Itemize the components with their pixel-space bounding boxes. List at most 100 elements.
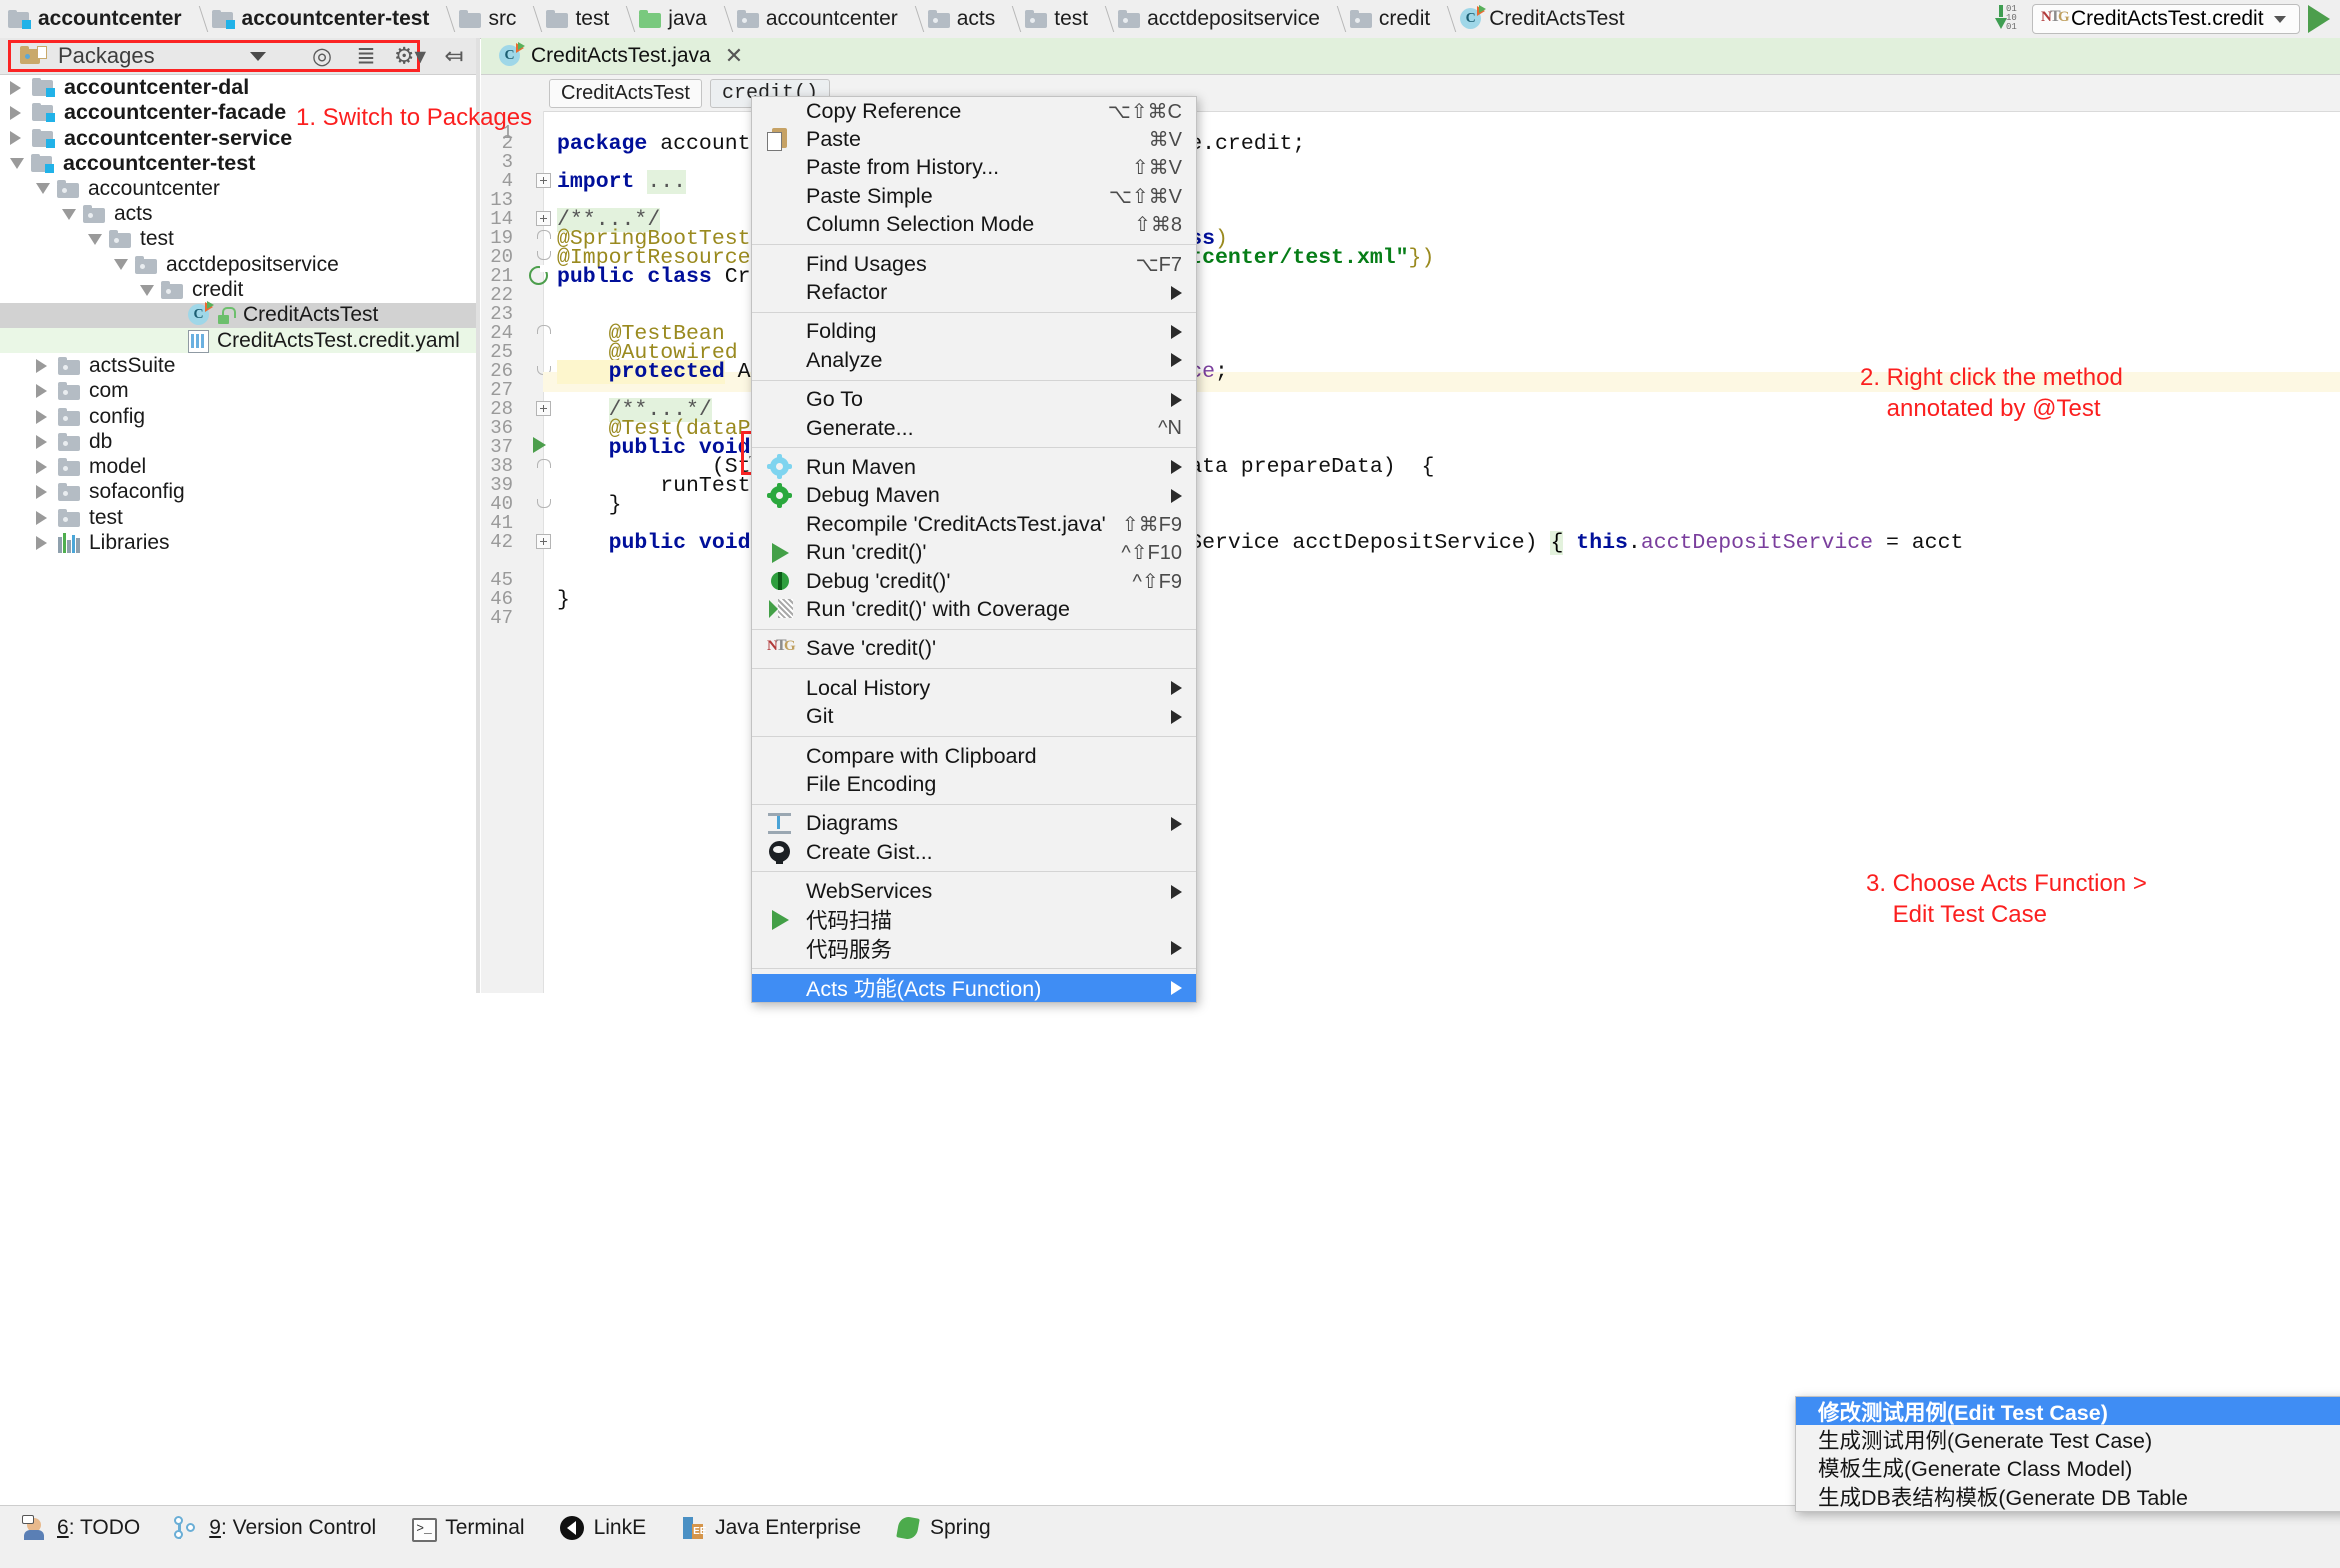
- expand-arrow-icon[interactable]: [36, 384, 47, 399]
- menu-item-run-credit-with-coverage[interactable]: Run 'credit()' with Coverage: [752, 595, 1196, 623]
- tab-credit-acts-test[interactable]: C CreditActsTest.java ✕: [489, 38, 754, 74]
- menu-item-generate[interactable]: Generate... ^N: [752, 414, 1196, 442]
- breadcrumb-item-accountcenter-test[interactable]: accountcenter-test: [204, 0, 436, 38]
- tree-node-actssuite[interactable]: actsSuite: [0, 353, 476, 378]
- status-item-java-enterprise[interactable]: EE Java Enterprise: [680, 1515, 861, 1541]
- status-item-linke[interactable]: LinkE: [559, 1515, 646, 1541]
- tree-node-accountcenter-test[interactable]: accountcenter-test: [0, 151, 476, 176]
- expand-arrow-icon[interactable]: [36, 409, 47, 424]
- acts-function-submenu[interactable]: 修改测试用例(Edit Test Case) 生成测试用例(Generate Te…: [1795, 1396, 2340, 1512]
- collapse-arrow-icon[interactable]: [62, 208, 76, 220]
- menu-item-find-usages[interactable]: Find Usages ⌥F7: [752, 250, 1196, 278]
- maven-debug-icon: [767, 482, 793, 509]
- collapse-arrow-icon[interactable]: [114, 259, 128, 271]
- project-tree[interactable]: accountcenter-dal accountcenter-facade acc…: [0, 75, 476, 993]
- chevron-down-icon[interactable]: [2273, 15, 2286, 23]
- menu-item-go-to[interactable]: Go To: [752, 386, 1196, 414]
- menu-item-create-gist[interactable]: Create Gist...: [752, 838, 1196, 866]
- menu-item-git[interactable]: Git: [752, 702, 1196, 730]
- breadcrumb-class[interactable]: CreditActsTest: [549, 78, 702, 108]
- menu-item-acts-acts-function[interactable]: Acts 功能(Acts Function): [752, 973, 1196, 1002]
- collapse-arrow-icon[interactable]: [140, 284, 154, 296]
- tree-node-sofaconfig[interactable]: sofaconfig: [0, 480, 476, 505]
- tree-node-test[interactable]: test: [0, 505, 476, 530]
- tree-node-com[interactable]: com: [0, 379, 476, 404]
- breadcrumb-item-creditactstest[interactable]: C CreditActsTest: [1452, 0, 1630, 38]
- tree-node-libraries[interactable]: Libraries: [0, 530, 476, 555]
- menu-item-save-credit[interactable]: N T G Save 'credit()': [752, 635, 1196, 663]
- context-menu[interactable]: Copy Reference ⌥⇧⌘C Paste ⌘V Paste from Hist…: [751, 96, 1197, 1003]
- expand-arrow-icon[interactable]: [36, 510, 47, 525]
- collapse-arrow-icon[interactable]: [88, 233, 102, 245]
- expand-arrow-icon[interactable]: [36, 460, 47, 475]
- expand-arrow-icon[interactable]: [36, 535, 47, 550]
- breadcrumb-item-accountcenter[interactable]: accountcenter: [729, 0, 904, 38]
- menu-item-webservices[interactable]: WebServices: [752, 877, 1196, 905]
- menu-item-file-encoding[interactable]: File Encoding: [752, 770, 1196, 798]
- hide-icon[interactable]: ⤆: [432, 38, 476, 74]
- submenu-item-generate-test-case[interactable]: 生成测试用例(Generate Test Case): [1796, 1425, 2340, 1453]
- toolbar-right: 01 10 01 NTG CreditActsTest.credit: [1992, 0, 2340, 38]
- expand-arrow-icon[interactable]: [36, 358, 47, 373]
- menu-item-paste-from-history[interactable]: Paste from History... ⇧⌘V: [752, 154, 1196, 182]
- menu-item-refactor[interactable]: Refactor: [752, 278, 1196, 306]
- menu-item-paste[interactable]: Paste ⌘V: [752, 125, 1196, 153]
- menu-item-folding[interactable]: Folding: [752, 318, 1196, 346]
- breadcrumb-item-acctdepositservice[interactable]: acctdepositservice: [1110, 0, 1326, 38]
- menu-item-paste-simple[interactable]: Paste Simple ⌥⇧⌘V: [752, 182, 1196, 210]
- tree-node-acctdepositservice[interactable]: acctdepositservice: [0, 252, 476, 277]
- breadcrumb-item-test[interactable]: test: [538, 0, 615, 38]
- breadcrumb-item-test[interactable]: test: [1017, 0, 1094, 38]
- tree-node-model[interactable]: model: [0, 454, 476, 479]
- editor-gutter[interactable]: 1 2 3 4 13 14 19 20 21 22 23 24 25 26 27 28 36 37 38 39 40 41…: [481, 111, 551, 993]
- breadcrumb-item-java[interactable]: java: [631, 0, 713, 38]
- tree-node-test[interactable]: test: [0, 227, 476, 252]
- binary-download-icon[interactable]: 01 10 01: [1992, 4, 2022, 34]
- breadcrumb-item-accountcenter[interactable]: accountcenter: [0, 0, 188, 38]
- menu-item-compare-with-clipboard[interactable]: Compare with Clipboard: [752, 742, 1196, 770]
- run-icon[interactable]: [2308, 5, 2330, 33]
- tree-node-accountcenter-dal[interactable]: accountcenter-dal: [0, 75, 476, 100]
- menu-item-recompile-creditactstest-java[interactable]: Recompile 'CreditActsTest.java' ⇧⌘F9: [752, 510, 1196, 538]
- menu-item-run-maven[interactable]: Run Maven: [752, 453, 1196, 481]
- breadcrumb-item-credit[interactable]: credit: [1342, 0, 1436, 38]
- status-item-spring[interactable]: Spring: [895, 1515, 991, 1541]
- status-item-6-todo[interactable]: 6: TODO: [22, 1515, 140, 1541]
- expand-arrow-icon[interactable]: [36, 434, 47, 449]
- submenu-item-db-generate-db-table[interactable]: 生成DB表结构模板(Generate DB Table: [1796, 1482, 2340, 1510]
- tree-node-config[interactable]: config: [0, 404, 476, 429]
- collapse-arrow-icon[interactable]: [10, 158, 24, 170]
- menu-item-run-credit[interactable]: Run 'credit()' ^⇧F10: [752, 538, 1196, 566]
- menu-item-diagrams[interactable]: Diagrams: [752, 810, 1196, 838]
- expand-arrow-icon[interactable]: [10, 105, 21, 120]
- collapse-arrow-icon[interactable]: [36, 183, 50, 195]
- menu-item-debug-credit[interactable]: Debug 'credit()' ^⇧F9: [752, 567, 1196, 595]
- settings-icon[interactable]: ⚙▾: [388, 38, 432, 74]
- submenu-item-edit-test-case[interactable]: 修改测试用例(Edit Test Case): [1796, 1397, 2340, 1426]
- tree-leaf-creditactstest[interactable]: C CreditActsTest: [0, 301, 476, 328]
- collapse-all-icon[interactable]: ≣: [344, 38, 388, 74]
- expand-arrow-icon[interactable]: [36, 485, 47, 500]
- locate-icon[interactable]: ◎: [300, 38, 344, 74]
- expand-arrow-icon[interactable]: [10, 131, 21, 146]
- menu-item-[interactable]: 代码扫描: [752, 906, 1196, 934]
- tree-leaf-creditactstest-credit-yaml[interactable]: CreditActsTest.credit.yaml: [0, 327, 476, 354]
- submenu-item-generate-class-model[interactable]: 模板生成(Generate Class Model): [1796, 1454, 2340, 1482]
- menu-item-debug-maven[interactable]: Debug Maven: [752, 482, 1196, 510]
- breadcrumb-item-src[interactable]: src: [451, 0, 522, 38]
- tree-node-credit[interactable]: credit: [0, 277, 476, 302]
- tree-node-accountcenter[interactable]: accountcenter: [0, 176, 476, 201]
- tree-node-db[interactable]: db: [0, 429, 476, 454]
- status-item-9-version-control[interactable]: 9: Version Control: [174, 1515, 376, 1541]
- run-configuration-selector[interactable]: NTG CreditActsTest.credit: [2032, 4, 2300, 34]
- menu-item-local-history[interactable]: Local History: [752, 674, 1196, 702]
- expand-arrow-icon[interactable]: [10, 80, 21, 95]
- breadcrumb-item-acts[interactable]: acts: [920, 0, 1002, 38]
- menu-item-[interactable]: 代码服务: [752, 934, 1196, 962]
- menu-item-column-selection-mode[interactable]: Column Selection Mode ⇧⌘8: [752, 211, 1196, 239]
- close-icon[interactable]: ✕: [725, 43, 743, 69]
- tree-node-acts[interactable]: acts: [0, 201, 476, 226]
- menu-item-analyze[interactable]: Analyze: [752, 346, 1196, 374]
- menu-item-copy-reference[interactable]: Copy Reference ⌥⇧⌘C: [752, 97, 1196, 125]
- status-item-terminal[interactable]: >_ Terminal: [410, 1515, 525, 1542]
